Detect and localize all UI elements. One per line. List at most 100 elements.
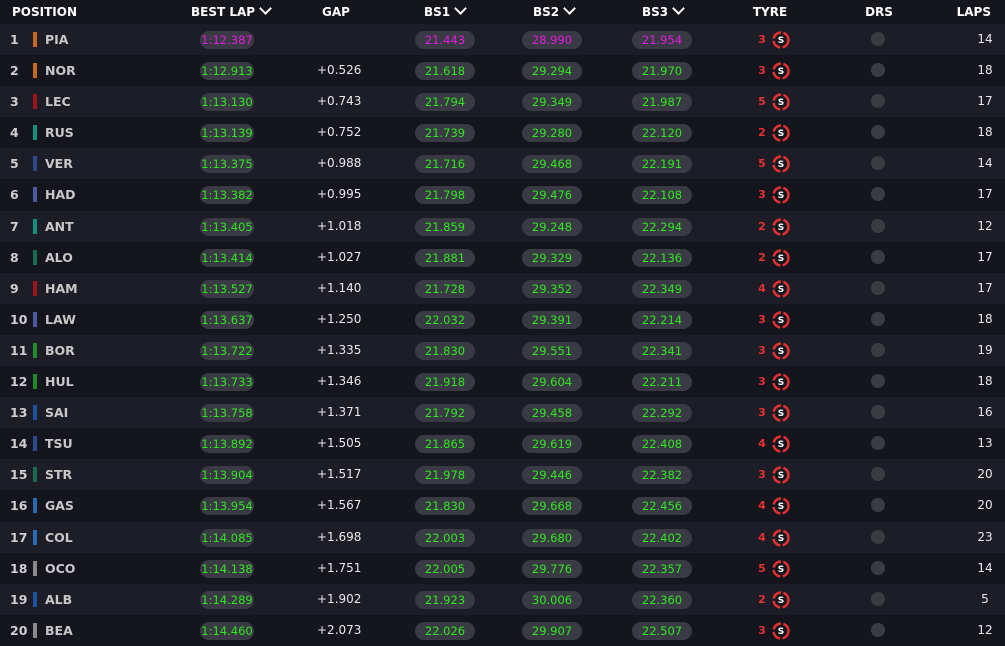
table-row[interactable]: 10 LAW 1:13.637 +1.250 22.032 29.391 22.214 3 S 1… xyxy=(0,303,1005,335)
gap-value: +1.517 xyxy=(317,467,362,482)
svg-text:S: S xyxy=(778,627,784,637)
table-row[interactable]: 16 GAS 1:13.954 +1.567 21.830 29.668 22.456 4 S 2… xyxy=(0,490,1005,522)
table-row[interactable]: 14 TSU 1:13.892 +1.505 21.865 29.619 22.408 4 S 1… xyxy=(0,428,1005,460)
header-bs1-label: BS1 xyxy=(424,5,451,19)
position-number: 3 xyxy=(10,94,19,110)
bs1-time: 21.859 xyxy=(415,217,475,236)
gap-value: +1.335 xyxy=(317,342,362,357)
table-row[interactable]: 5 VER 1:13.375 +0.988 21.716 29.468 22.191 5 S 14 xyxy=(0,148,1005,180)
driver-code: BEA xyxy=(45,622,73,638)
table-row[interactable]: 7 ANT 1:13.405 +1.018 21.859 29.248 22.294 2 S 12 xyxy=(0,210,1005,242)
bs3-time: 22.341 xyxy=(632,341,692,360)
driver-code: LAW xyxy=(45,311,76,327)
bs2-time: 29.329 xyxy=(522,248,582,267)
table-row[interactable]: 4 RUS 1:13.139 +0.752 21.739 29.280 22.120 2 S 18 xyxy=(0,117,1005,149)
laps-count: 16 xyxy=(977,405,993,420)
svg-text:S: S xyxy=(778,129,784,139)
table-row[interactable]: 17 COL 1:14.085 +1.698 22.003 29.680 22.402 4 S 2… xyxy=(0,521,1005,553)
drs-indicator xyxy=(871,529,885,544)
position-number: 13 xyxy=(10,405,28,421)
header-position[interactable]: POSITION xyxy=(12,0,77,24)
bs1-time: 22.032 xyxy=(415,310,475,329)
best-lap-time: 1:14.138 xyxy=(200,559,254,578)
bs3-time: 22.349 xyxy=(632,279,692,298)
bs1-time: 22.005 xyxy=(415,559,475,578)
gap-value: +0.752 xyxy=(317,125,362,140)
bs2-time: 29.349 xyxy=(522,93,582,112)
soft-tyre-icon: S xyxy=(772,31,790,49)
table-row[interactable]: 20 BEA 1:14.460 +2.073 22.026 29.907 22.507 3 S 1… xyxy=(0,614,1005,646)
soft-tyre-icon: S xyxy=(772,590,790,609)
table-row[interactable]: 2 NOR 1:12.913 +0.526 21.618 29.294 21.970 3 S 18 xyxy=(0,55,1005,87)
position-number: 12 xyxy=(10,374,28,390)
bs1-time: 22.026 xyxy=(415,621,475,640)
tyre-age: 3 xyxy=(758,468,766,482)
header-bs3[interactable]: BS3 xyxy=(642,0,686,24)
bs1-time: 21.792 xyxy=(415,404,475,423)
laps-count: 17 xyxy=(977,280,993,295)
table-header: POSITION BEST LAP GAP BS1 BS2 BS3 TYRE D… xyxy=(0,0,1005,24)
gap-value: +1.250 xyxy=(317,311,362,326)
table-row[interactable]: 13 SAI 1:13.758 +1.371 21.792 29.458 22.292 3 S 1… xyxy=(0,397,1005,429)
team-color-bar xyxy=(33,560,37,576)
bs2-time: 29.280 xyxy=(522,124,582,143)
bs1-time: 21.881 xyxy=(415,248,475,267)
bs3-time: 22.211 xyxy=(632,373,692,392)
bs3-time: 22.120 xyxy=(632,124,692,143)
header-gap[interactable]: GAP xyxy=(322,0,350,24)
header-laps[interactable]: LAPS xyxy=(957,0,991,24)
soft-tyre-icon: S xyxy=(772,622,790,640)
bs2-time: 28.990 xyxy=(522,31,582,49)
table-row[interactable]: 6 HAD 1:13.382 +0.995 21.798 29.476 22.108 3 S 17 xyxy=(0,179,1005,211)
driver-code: COL xyxy=(45,529,73,545)
position-number: 6 xyxy=(10,187,19,203)
driver-code: NOR xyxy=(45,63,76,79)
position-number: 17 xyxy=(10,529,28,545)
team-color-bar xyxy=(33,249,37,265)
svg-text:S: S xyxy=(778,596,784,606)
bs2-time: 29.551 xyxy=(522,341,582,360)
laps-count: 17 xyxy=(977,94,993,109)
table-row[interactable]: 9 HAM 1:13.527 +1.140 21.728 29.352 22.349 4 S 17 xyxy=(0,272,1005,304)
table-row[interactable]: 18 OCO 1:14.138 +1.751 22.005 29.776 22.357 5 S 1… xyxy=(0,552,1005,584)
position-number: 5 xyxy=(10,156,19,172)
soft-tyre-icon: S xyxy=(772,559,790,578)
best-lap-time: 1:13.758 xyxy=(200,404,254,423)
header-bs1[interactable]: BS1 xyxy=(424,0,468,24)
table-row[interactable]: 19 ALB 1:14.289 +1.902 21.923 30.006 22.360 2 S 5 xyxy=(0,583,1005,615)
tyre-age: 5 xyxy=(758,561,766,575)
bs3-time: 22.456 xyxy=(632,497,692,516)
table-row[interactable]: 3 LEC 1:13.130 +0.743 21.794 29.349 21.987 5 S 17 xyxy=(0,86,1005,118)
table-row[interactable]: 1 PIA 1:12.387 21.443 28.990 21.954 3 S 14 xyxy=(0,24,1005,56)
drs-indicator xyxy=(871,405,885,420)
tyre-age: 3 xyxy=(758,623,766,637)
soft-tyre-icon: S xyxy=(772,342,790,360)
position-number: 2 xyxy=(10,63,19,79)
tyre-age: 4 xyxy=(758,530,766,544)
svg-text:S: S xyxy=(778,409,784,419)
table-row[interactable]: 15 STR 1:13.904 +1.517 21.978 29.446 22.382 3 S 2… xyxy=(0,459,1005,491)
header-best-lap[interactable]: BEST LAP xyxy=(191,0,272,24)
bs2-time: 29.294 xyxy=(522,62,582,81)
position-number: 11 xyxy=(10,342,28,358)
tyre-age: 4 xyxy=(758,437,766,451)
header-best-lap-label: BEST LAP xyxy=(191,5,256,19)
position-number: 9 xyxy=(10,280,19,296)
header-drs[interactable]: DRS xyxy=(865,0,893,24)
table-row[interactable]: 11 BOR 1:13.722 +1.335 21.830 29.551 22.341 3 S 1… xyxy=(0,334,1005,367)
header-tyre[interactable]: TYRE xyxy=(753,0,787,24)
table-row[interactable]: 12 HUL 1:13.733 +1.346 21.918 29.604 22.211 3 S 1… xyxy=(0,366,1005,398)
drs-indicator xyxy=(871,63,885,78)
best-lap-time: 1:14.085 xyxy=(200,528,254,547)
drs-indicator xyxy=(871,467,885,482)
table-row[interactable]: 8 ALO 1:13.414 +1.027 21.881 29.329 22.136 2 S 17 xyxy=(0,241,1005,273)
gap-value: +1.902 xyxy=(317,591,362,606)
bs3-time: 22.292 xyxy=(632,404,692,423)
laps-count: 12 xyxy=(977,622,993,637)
svg-text:S: S xyxy=(778,161,784,171)
drs-indicator xyxy=(871,187,885,202)
laps-count: 5 xyxy=(981,591,989,606)
soft-tyre-icon: S xyxy=(772,248,790,267)
position-number: 15 xyxy=(10,467,28,483)
header-bs2[interactable]: BS2 xyxy=(533,0,577,24)
